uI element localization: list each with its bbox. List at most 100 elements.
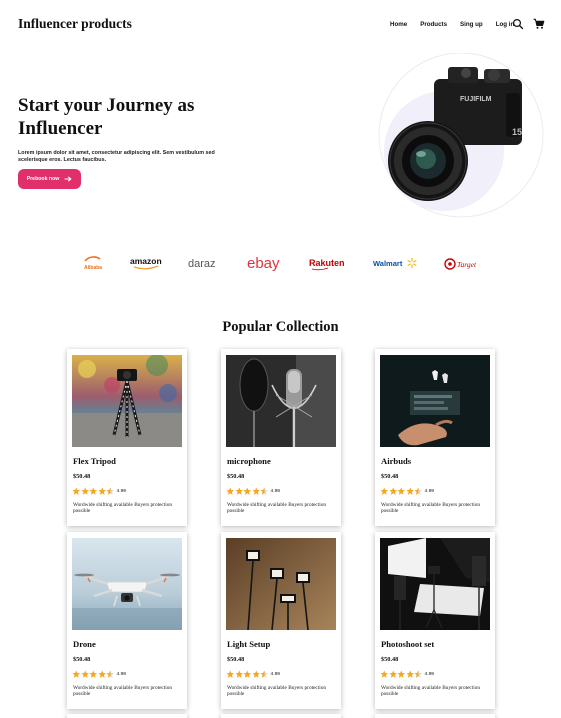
product-card[interactable]: Flex Tripod $50.48 4.99 Wordwide shiftin… (67, 349, 187, 526)
star-icon (380, 487, 389, 495)
star-icon (80, 487, 89, 495)
rating-score: 4.99 (116, 488, 127, 494)
star-icon (251, 670, 260, 678)
hero-title: Start your Journey as Influencer (18, 95, 195, 139)
product-rating: 4.99 (72, 670, 126, 679)
shipping-info: Wordwide shifting available Buyers prote… (381, 685, 481, 698)
nav-sign-up[interactable]: Sing up (460, 21, 483, 28)
product-price: $50.48 (381, 656, 399, 663)
star-icon (106, 487, 115, 495)
product-rating: 4.99 (226, 670, 280, 679)
star-icon (388, 487, 397, 495)
star-icon (89, 670, 98, 678)
star-icon (251, 487, 260, 495)
nav-products[interactable]: Products (420, 21, 447, 28)
star-icon (405, 487, 414, 495)
star-icon (414, 487, 423, 495)
alibaba-logo[interactable]: Alibaba (80, 250, 110, 276)
star-icon (388, 670, 397, 678)
product-card[interactable]: Drone $50.48 4.99 Wordwide shifting avai… (67, 532, 187, 709)
product-image (72, 355, 182, 447)
rating-score: 4.99 (424, 671, 435, 677)
shipping-info: Wordwide shifting available Buyers prote… (381, 502, 481, 515)
product-name: Airbuds (381, 456, 412, 466)
amazon-logo[interactable]: amazon (128, 250, 166, 276)
star-rating (380, 670, 423, 679)
product-name: Flex Tripod (73, 456, 116, 466)
star-icon (397, 670, 406, 678)
hero-description: Lorem ipsum dolor sit amet, consectetur … (18, 150, 215, 163)
product-rating: 4.99 (380, 670, 434, 679)
rating-score: 4.99 (116, 671, 127, 677)
star-icon (89, 487, 98, 495)
rating-score: 4.99 (424, 488, 435, 494)
ebay-logo[interactable]: ebay (245, 250, 287, 276)
star-rating (72, 670, 115, 679)
svg-text:daraz: daraz (188, 258, 216, 270)
star-icon (380, 670, 389, 678)
product-image (72, 538, 182, 630)
target-logo[interactable]: Target (442, 250, 480, 276)
product-image (380, 538, 490, 630)
product-card[interactable]: microphone $50.48 4.99 Wordwide shifting… (221, 349, 341, 526)
product-rating: 4.99 (72, 487, 126, 496)
walmart-logo[interactable]: Walmart (371, 250, 419, 276)
svg-text:Rakuten: Rakuten (309, 258, 345, 268)
brand-name[interactable]: Influencer products (18, 16, 132, 32)
nav-home[interactable]: Home (390, 21, 407, 28)
star-icon (106, 670, 115, 678)
svg-text:Walmart: Walmart (373, 259, 403, 268)
product-card[interactable] (221, 714, 341, 718)
product-price: $50.48 (227, 656, 245, 663)
star-icon (414, 670, 423, 678)
star-icon (397, 487, 406, 495)
hero-camera-image: FUJIFILM 15 (378, 53, 544, 218)
product-price: $50.48 (381, 473, 399, 480)
daraz-logo[interactable]: daraz (186, 250, 224, 276)
star-rating (72, 487, 115, 496)
star-icon (243, 487, 252, 495)
product-image (226, 538, 336, 630)
star-rating (226, 487, 269, 496)
cart-icon[interactable] (533, 18, 545, 30)
main-nav: Home Products Sing up Log in (390, 21, 527, 28)
partner-logos: Alibaba amazon daraz ebay Rakuten Walmar… (0, 250, 561, 276)
star-icon (97, 487, 106, 495)
shipping-info: Wordwide shifting available Buyers prote… (73, 502, 173, 515)
star-icon (405, 670, 414, 678)
rakuten-logo[interactable]: Rakuten (306, 250, 352, 276)
rating-score: 4.99 (270, 488, 281, 494)
arrow-right-icon (64, 176, 72, 182)
shipping-info: Wordwide shifting available Buyers prote… (73, 685, 173, 698)
product-card[interactable] (375, 714, 495, 718)
star-icon (260, 670, 269, 678)
shipping-info: Wordwide shifting available Buyers prote… (227, 502, 327, 515)
shipping-info: Wordwide shifting available Buyers prote… (227, 685, 327, 698)
star-rating (226, 670, 269, 679)
product-card[interactable]: Photoshoot set $50.48 4.99 Wordwide shif… (375, 532, 495, 709)
star-icon (226, 487, 235, 495)
star-icon (97, 670, 106, 678)
product-card[interactable]: Airbuds $50.48 4.99 Wordwide shifting av… (375, 349, 495, 526)
search-icon[interactable] (512, 18, 524, 30)
product-price: $50.48 (73, 656, 91, 663)
product-image (226, 355, 336, 447)
svg-text:amazon: amazon (130, 256, 162, 266)
star-icon (72, 670, 81, 678)
product-card[interactable]: Light Setup $50.48 4.99 Wordwide shiftin… (221, 532, 341, 709)
product-image (380, 355, 490, 447)
star-icon (260, 487, 269, 495)
product-price: $50.48 (227, 473, 245, 480)
product-card[interactable] (67, 714, 187, 718)
svg-text:Alibaba: Alibaba (84, 265, 102, 271)
star-icon (72, 487, 81, 495)
prebook-button[interactable]: Prebook now (18, 169, 81, 189)
svg-text:ebay: ebay (247, 255, 280, 272)
svg-text:FUJIFILM: FUJIFILM (460, 96, 492, 103)
product-name: Light Setup (227, 639, 271, 649)
star-icon (234, 487, 243, 495)
product-name: Photoshoot set (381, 639, 435, 649)
product-rating: 4.99 (226, 487, 280, 496)
prebook-button-label: Prebook now (26, 176, 60, 182)
star-icon (80, 670, 89, 678)
